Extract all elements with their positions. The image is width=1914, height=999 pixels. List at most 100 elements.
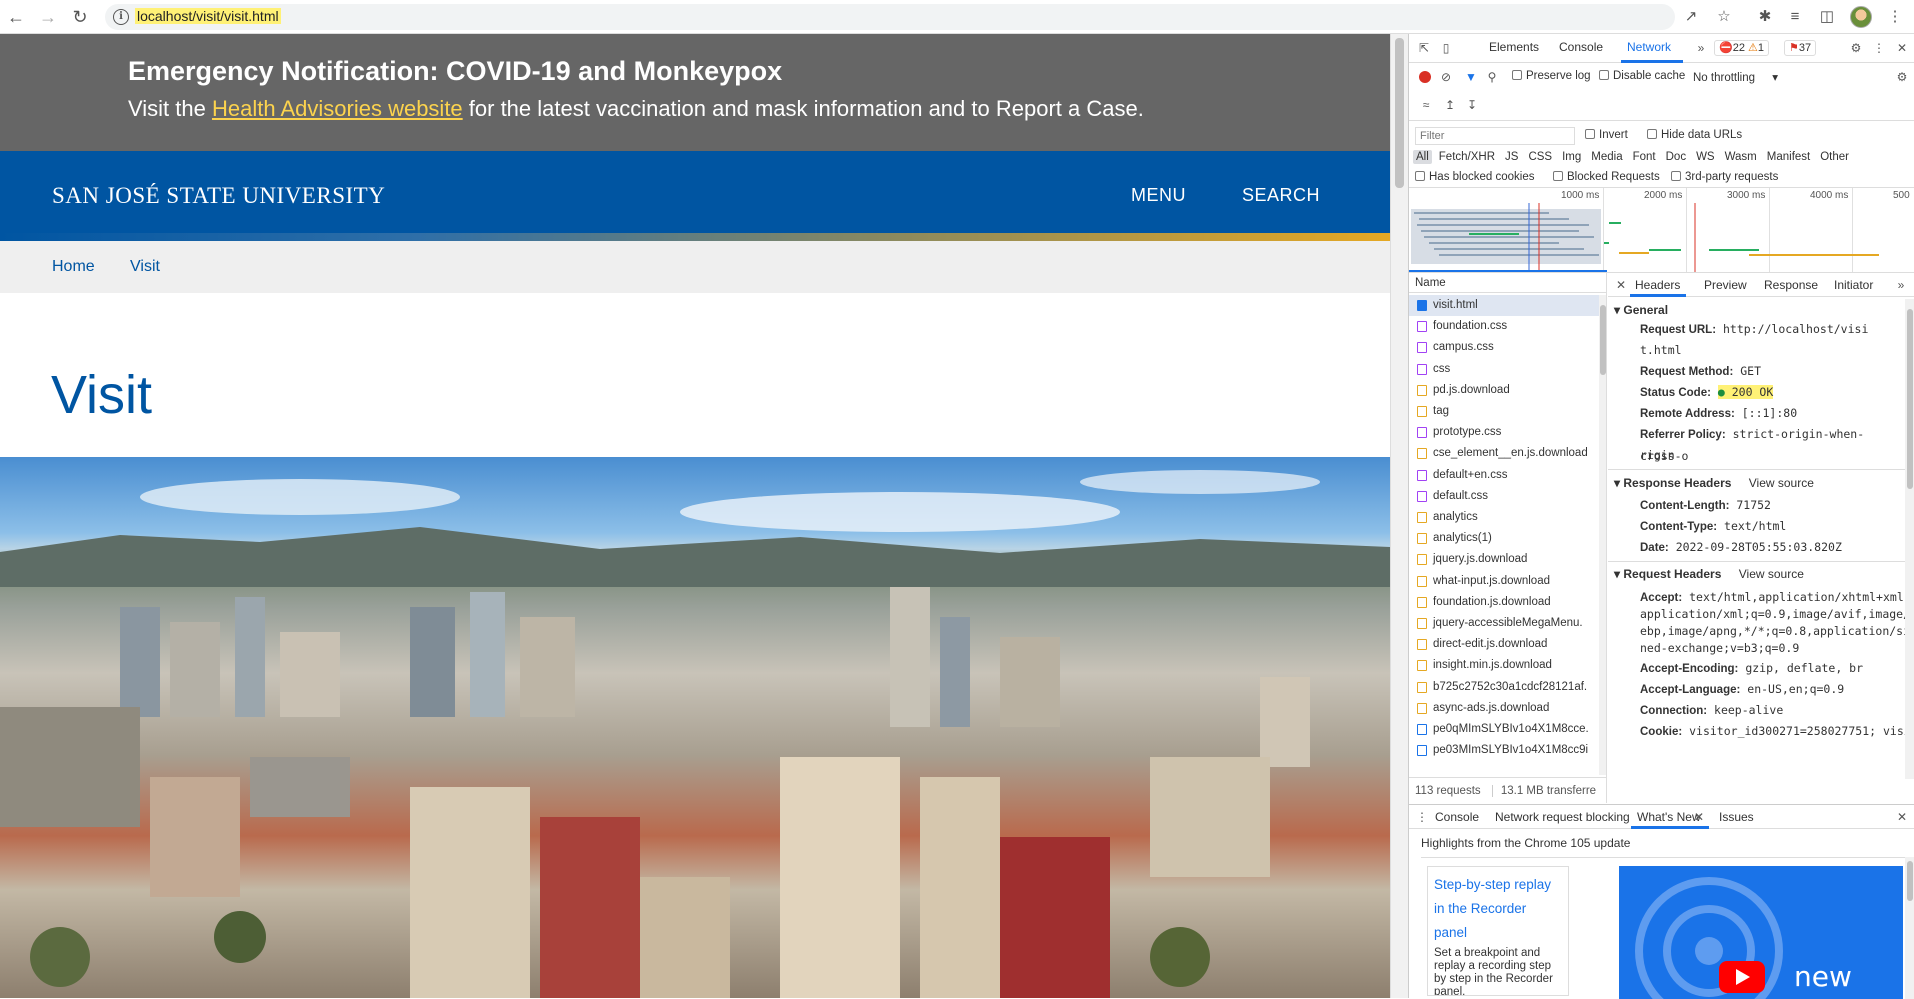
close-devtools-icon[interactable]: ✕ bbox=[1895, 41, 1909, 55]
name-column-header[interactable]: Name bbox=[1409, 273, 1606, 293]
close-whats-new-icon[interactable]: ✕ bbox=[1692, 810, 1706, 824]
general-section-toggle[interactable]: ▾ General bbox=[1614, 303, 1668, 317]
tab-console[interactable]: Console bbox=[1559, 40, 1603, 54]
browser-menu-icon[interactable]: ⋮ bbox=[1886, 8, 1904, 26]
import-har-icon[interactable]: ↥ bbox=[1443, 98, 1457, 112]
hide-data-urls-box[interactable] bbox=[1647, 129, 1657, 139]
bookmark-star-icon[interactable]: ☆ bbox=[1715, 8, 1733, 26]
search-button[interactable]: SEARCH bbox=[1242, 185, 1320, 206]
drawer-scrollbar[interactable] bbox=[1905, 857, 1914, 999]
request-view-source[interactable]: View source bbox=[1739, 567, 1804, 581]
network-conditions-icon[interactable]: ≈ bbox=[1419, 98, 1433, 112]
invert-checkbox[interactable]: Invert bbox=[1585, 129, 1628, 141]
third-party-checkbox[interactable]: 3rd-party requests bbox=[1671, 171, 1778, 183]
page-scrollbar-thumb[interactable] bbox=[1395, 38, 1404, 188]
invert-box[interactable] bbox=[1585, 129, 1595, 139]
settings-gear-icon[interactable]: ⚙ bbox=[1849, 41, 1863, 55]
whats-new-video-thumbnail[interactable]: new bbox=[1619, 866, 1903, 999]
menu-button[interactable]: MENU bbox=[1131, 185, 1186, 206]
type-filter-manifest[interactable]: Manifest bbox=[1764, 150, 1813, 164]
tab-network[interactable]: Network bbox=[1627, 40, 1671, 54]
hide-data-urls-checkbox[interactable]: Hide data URLs bbox=[1647, 129, 1742, 141]
request-row[interactable]: what-input.js.download bbox=[1409, 571, 1599, 592]
request-row[interactable]: default+en.css bbox=[1409, 465, 1599, 486]
request-row[interactable]: b725c2752c30a1cdcf28121af. bbox=[1409, 677, 1599, 698]
request-row[interactable]: pd.js.download bbox=[1409, 380, 1599, 401]
request-row[interactable]: analytics bbox=[1409, 507, 1599, 528]
request-row[interactable]: jquery.js.download bbox=[1409, 549, 1599, 570]
request-row[interactable]: jquery-accessibleMegaMenu. bbox=[1409, 613, 1599, 634]
address-bar[interactable]: i localhost/visit/visit.html bbox=[105, 4, 1675, 30]
drawer-menu-icon[interactable]: ⋮ bbox=[1415, 810, 1429, 824]
type-filter-doc[interactable]: Doc bbox=[1663, 150, 1689, 164]
network-settings-icon[interactable]: ⚙ bbox=[1895, 70, 1909, 84]
request-row[interactable]: pe0qMImSLYBIv1o4X1M8cce. bbox=[1409, 719, 1599, 740]
share-icon[interactable]: ↗ bbox=[1682, 8, 1700, 26]
request-row[interactable]: tag bbox=[1409, 401, 1599, 422]
type-filter-css[interactable]: CSS bbox=[1525, 150, 1555, 164]
tab-initiator[interactable]: Initiator bbox=[1834, 278, 1873, 292]
inspect-element-icon[interactable]: ⇱ bbox=[1417, 41, 1431, 55]
export-har-icon[interactable]: ↧ bbox=[1465, 98, 1479, 112]
tab-headers[interactable]: Headers bbox=[1635, 278, 1680, 292]
type-filter-font[interactable]: Font bbox=[1630, 150, 1659, 164]
page-scrollbar[interactable] bbox=[1390, 34, 1408, 998]
preserve-log-checkbox[interactable]: Preserve log bbox=[1512, 70, 1591, 82]
third-party-box[interactable] bbox=[1671, 171, 1681, 181]
request-row[interactable]: campus.css bbox=[1409, 337, 1599, 358]
devtools-menu-icon[interactable]: ⋮ bbox=[1872, 41, 1886, 55]
network-timeline-overview[interactable]: 1000 ms 2000 ms 3000 ms 4000 ms 500 bbox=[1409, 188, 1914, 273]
request-row[interactable]: insight.min.js.download bbox=[1409, 655, 1599, 676]
issues-counter[interactable]: ⚑37 bbox=[1784, 40, 1817, 56]
has-blocked-cookies-box[interactable] bbox=[1415, 171, 1425, 181]
throttling-select[interactable]: No throttling ▾ bbox=[1693, 70, 1778, 84]
back-icon[interactable]: ← bbox=[5, 6, 27, 28]
drawer-tab-issues[interactable]: Issues bbox=[1719, 810, 1754, 824]
response-headers-toggle[interactable]: ▾ Response Headers View source bbox=[1614, 476, 1814, 490]
type-filter-all[interactable]: All bbox=[1413, 150, 1432, 164]
disable-cache-box[interactable] bbox=[1599, 70, 1609, 80]
blocked-requests-checkbox[interactable]: Blocked Requests bbox=[1553, 171, 1660, 183]
recorder-replay-link[interactable]: Step-by-step replay in the Recorder pane… bbox=[1434, 873, 1562, 945]
error-warning-counter[interactable]: ⛔22 ⚠1 bbox=[1714, 40, 1770, 56]
request-row[interactable]: async-ads.js.download bbox=[1409, 698, 1599, 719]
clear-icon[interactable]: ⊘ bbox=[1439, 70, 1453, 84]
device-toolbar-icon[interactable]: ▯ bbox=[1439, 41, 1453, 55]
university-logo[interactable]: SAN JOSÉ STATE UNIVERSITY bbox=[52, 183, 385, 209]
request-row[interactable]: prototype.css bbox=[1409, 422, 1599, 443]
breadcrumb-visit[interactable]: Visit bbox=[130, 258, 160, 276]
request-list-scrollbar[interactable] bbox=[1599, 295, 1606, 775]
request-row[interactable]: analytics(1) bbox=[1409, 528, 1599, 549]
preserve-log-box[interactable] bbox=[1512, 70, 1522, 80]
reload-icon[interactable]: ↻ bbox=[69, 6, 91, 28]
record-icon[interactable] bbox=[1419, 71, 1431, 83]
request-row[interactable]: pe03MImSLYBIv1o4X1M8cc9i bbox=[1409, 740, 1599, 761]
request-row[interactable]: cse_element__en.js.download bbox=[1409, 443, 1599, 464]
site-info-icon[interactable]: i bbox=[113, 9, 129, 25]
type-filter-ws[interactable]: WS bbox=[1693, 150, 1718, 164]
more-tabs-icon[interactable]: » bbox=[1694, 41, 1708, 55]
detail-scrollbar-thumb[interactable] bbox=[1907, 309, 1913, 489]
filter-input[interactable] bbox=[1415, 127, 1575, 145]
breadcrumb-home[interactable]: Home bbox=[52, 258, 95, 276]
request-row[interactable]: direct-edit.js.download bbox=[1409, 634, 1599, 655]
forward-icon[interactable]: → bbox=[37, 6, 59, 28]
response-view-source[interactable]: View source bbox=[1749, 476, 1814, 490]
type-filter-img[interactable]: Img bbox=[1559, 150, 1584, 164]
request-list-scrollbar-thumb[interactable] bbox=[1600, 305, 1606, 375]
tab-preview[interactable]: Preview bbox=[1704, 278, 1747, 292]
search-icon[interactable]: ⚲ bbox=[1485, 70, 1499, 84]
drawer-tab-console[interactable]: Console bbox=[1435, 810, 1479, 824]
type-filter-other[interactable]: Other bbox=[1817, 150, 1852, 164]
request-row[interactable]: foundation.css bbox=[1409, 316, 1599, 337]
blocked-requests-box[interactable] bbox=[1553, 171, 1563, 181]
more-detail-tabs-icon[interactable]: » bbox=[1894, 278, 1908, 292]
drawer-tab-request-blocking[interactable]: Network request blocking bbox=[1495, 810, 1630, 824]
type-filter-media[interactable]: Media bbox=[1588, 150, 1625, 164]
close-detail-icon[interactable]: ✕ bbox=[1614, 278, 1628, 292]
close-drawer-icon[interactable]: ✕ bbox=[1895, 810, 1909, 824]
tab-response[interactable]: Response bbox=[1764, 278, 1818, 292]
reading-list-icon[interactable]: ≡ bbox=[1786, 8, 1804, 26]
health-advisories-link[interactable]: Health Advisories website bbox=[212, 96, 463, 121]
profile-avatar[interactable] bbox=[1850, 6, 1872, 28]
